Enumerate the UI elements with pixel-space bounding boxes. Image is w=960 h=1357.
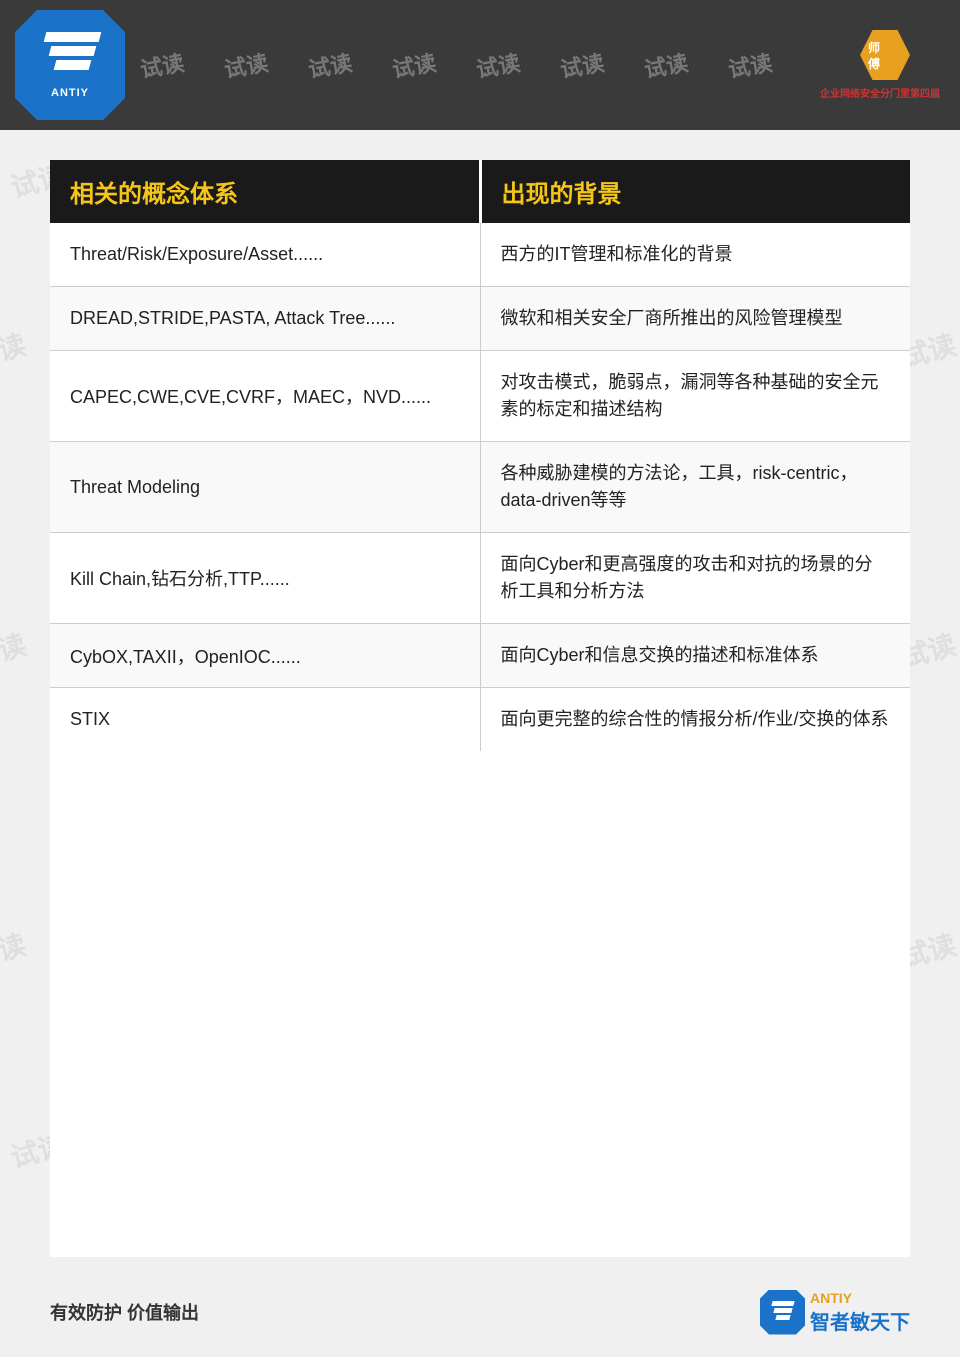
- table-row: STIX 面向更完整的综合性的情报分析/作业/交换的体系: [50, 688, 910, 751]
- table-cell-left: Kill Chain,钻石分析,TTP......: [50, 533, 481, 623]
- table-cell-left: CAPEC,CWE,CVE,CVRF，MAEC，NVD......: [50, 351, 481, 441]
- right-logo-slogan: 企业网络安全分门里第四届: [820, 85, 940, 100]
- footer-slogan: 智者敏天下: [810, 1306, 910, 1335]
- logo-stripes: [40, 32, 100, 82]
- footer: 有效防护 价值输出 ANTIY 智者敏天下: [0, 1267, 960, 1357]
- footer-antiy-label: ANTIY: [810, 1290, 910, 1306]
- table-cell-left: STIX: [50, 688, 481, 751]
- footer-logo-stripe-2: [773, 1308, 792, 1313]
- header-watermark-6: 试读: [558, 45, 607, 84]
- right-logo-hexagon: 师 傅: [860, 30, 910, 80]
- table-row: CybOX,TAXII，OpenIOC...... 面向Cyber和信息交换的描…: [50, 624, 910, 688]
- table-cell-left: DREAD,STRIDE,PASTA, Attack Tree......: [50, 287, 481, 350]
- header-logo: ANTIY: [15, 10, 125, 120]
- header-watermark-8: 试读: [726, 45, 775, 84]
- logo-stripe-3: [54, 60, 92, 70]
- header-watermark-1: 试读: [138, 45, 187, 84]
- header: ANTIY 试读 试读 试读 试读 试读 试读 试读 试读 师 傅 企业网络安全…: [0, 0, 960, 130]
- table-row: CAPEC,CWE,CVE,CVRF，MAEC，NVD...... 对攻击模式，…: [50, 351, 910, 442]
- main-content: 相关的概念体系 出现的背景 Threat/Risk/Exposure/Asset…: [50, 160, 910, 1257]
- table-cell-right: 对攻击模式，脆弱点，漏洞等各种基础的安全元素的标定和描述结构: [481, 351, 911, 441]
- table-header-col2: 出现的背景: [482, 160, 911, 223]
- table: 相关的概念体系 出现的背景 Threat/Risk/Exposure/Asset…: [50, 160, 910, 751]
- table-cell-right: 面向更完整的综合性的情报分析/作业/交换的体系: [481, 688, 911, 751]
- header-watermark-7: 试读: [642, 45, 691, 84]
- footer-logo-stripe-3: [775, 1315, 790, 1320]
- footer-logo-emblem: [760, 1290, 805, 1335]
- header-watermark-2: 试读: [222, 45, 271, 84]
- table-cell-right: 微软和相关安全厂商所推出的风险管理模型: [481, 287, 911, 350]
- table-header-col1: 相关的概念体系: [50, 160, 482, 223]
- logo-stripe-2: [49, 46, 97, 56]
- table-row: DREAD,STRIDE,PASTA, Attack Tree...... 微软…: [50, 287, 910, 351]
- table-row: Kill Chain,钻石分析,TTP...... 面向Cyber和更高强度的攻…: [50, 533, 910, 624]
- header-watermark-5: 试读: [474, 45, 523, 84]
- logo-stripe-1: [44, 32, 102, 42]
- table-cell-left: Threat/Risk/Exposure/Asset......: [50, 223, 481, 286]
- body-wm-10: 试读: [0, 923, 30, 976]
- table-row: Threat/Risk/Exposure/Asset...... 西方的IT管理…: [50, 223, 910, 287]
- footer-logo: ANTIY 智者敏天下: [760, 1290, 910, 1335]
- header-right-logo: 师 傅 企业网络安全分门里第四届: [860, 30, 940, 100]
- footer-logo-emblem-inner: [770, 1301, 795, 1323]
- body-wm-8: 试读: [0, 623, 30, 676]
- footer-logo-words: ANTIY 智者敏天下: [810, 1290, 910, 1335]
- body-wm-6: 试读: [0, 323, 30, 376]
- table-row: Threat Modeling 各种威胁建模的方法论，工具，risk-centr…: [50, 442, 910, 533]
- header-watermarks: 试读 试读 试读 试读 试读 试读 试读 试读: [0, 0, 960, 130]
- footer-logo-stripe-1: [771, 1301, 794, 1306]
- svg-text:傅: 傅: [867, 56, 880, 71]
- table-cell-right: 面向Cyber和信息交换的描述和标准体系: [481, 624, 911, 687]
- table-cell-threat-modeling: Threat Modeling: [50, 442, 481, 532]
- table-cell-left: CybOX,TAXII，OpenIOC......: [50, 624, 481, 687]
- header-watermark-3: 试读: [306, 45, 355, 84]
- table-cell-right: 各种威胁建模的方法论，工具，risk-centric，data-driven等等: [481, 442, 911, 532]
- header-watermark-4: 试读: [390, 45, 439, 84]
- table-cell-right: 面向Cyber和更高强度的攻击和对抗的场景的分析工具和分析方法: [481, 533, 911, 623]
- logo-text: ANTIY: [51, 87, 89, 99]
- footer-tagline: 有效防护 价值输出: [50, 1299, 199, 1325]
- table-header-row: 相关的概念体系 出现的背景: [50, 160, 910, 223]
- svg-text:师: 师: [868, 40, 880, 55]
- table-cell-right: 西方的IT管理和标准化的背景: [481, 223, 911, 286]
- right-logo-box: 师 傅 企业网络安全分门里第四届: [860, 30, 940, 100]
